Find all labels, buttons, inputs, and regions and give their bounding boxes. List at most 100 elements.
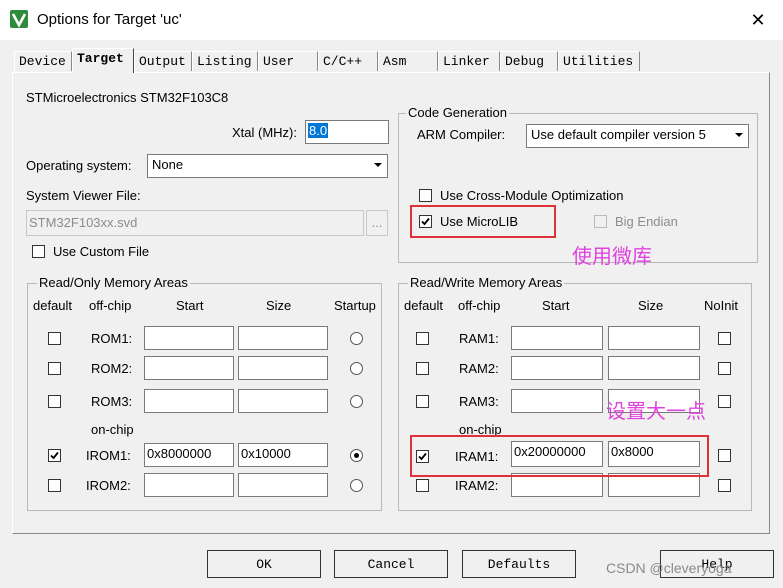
close-button[interactable]: ✕ [738, 6, 778, 34]
xtal-value: 8.0 [308, 123, 329, 138]
rom-group-title: Read/Only Memory Areas [37, 275, 190, 290]
xtal-input[interactable]: 8.0 [305, 120, 389, 144]
irom1-size-input[interactable]: 0x10000 [238, 443, 328, 467]
irom2-start-input[interactable] [144, 473, 234, 497]
irom2-size-input[interactable] [238, 473, 328, 497]
chevron-down-icon [374, 163, 382, 167]
tab-linker[interactable]: Linker [438, 51, 500, 71]
rom-header-offchip: off-chip [89, 298, 132, 313]
irom1-startup-radio[interactable] [350, 449, 363, 462]
rom-header-size: Size [266, 298, 292, 313]
title-bar: Options for Target 'uc' ✕ [0, 0, 783, 40]
cross-module-checkbox[interactable] [419, 189, 432, 202]
window-title: Options for Target 'uc' [37, 11, 182, 28]
use-custom-file-checkbox[interactable] [32, 245, 45, 258]
rom2-start-input[interactable] [144, 356, 234, 380]
tab-utilities[interactable]: Utilities [558, 51, 640, 71]
chevron-down-icon [735, 133, 743, 137]
big-endian-label: Big Endian [615, 214, 678, 229]
microlib-annotation: 使用微库 [572, 244, 652, 268]
xtal-label: Xtal (MHz): [232, 125, 297, 140]
cross-module-label: Use Cross-Module Optimization [440, 188, 624, 203]
ram-group-title: Read/Write Memory Areas [408, 275, 565, 290]
iram2-default-checkbox[interactable] [416, 479, 429, 492]
code-generation-title: Code Generation [406, 105, 510, 120]
ram-header-start: Start [542, 298, 570, 313]
rom-header-start: Start [176, 298, 204, 313]
rom1-label: ROM1: [91, 331, 133, 346]
rom3-size-input[interactable] [238, 389, 328, 413]
irom1-label: IROM1: [86, 448, 131, 463]
rom3-startup-radio[interactable] [350, 395, 363, 408]
iram1-noinit-checkbox[interactable] [718, 449, 731, 462]
ram-header-size: Size [638, 298, 664, 313]
ram1-label: RAM1: [459, 331, 499, 346]
os-value: None [152, 157, 184, 172]
rom-header-default: default [33, 298, 73, 313]
svd-input[interactable]: STM32F103xx.svd [26, 210, 364, 236]
arm-compiler-value: Use default compiler version 5 [531, 127, 706, 142]
ram-header-noinit: NoInit [704, 298, 738, 313]
cancel-button[interactable]: Cancel [334, 550, 448, 578]
ram2-size-input[interactable] [608, 356, 700, 380]
device-name: STMicroelectronics STM32F103C8 [26, 90, 229, 105]
iram1-highlight-box [410, 435, 709, 477]
radio-selected-dot [354, 453, 359, 458]
close-icon: ✕ [750, 9, 766, 31]
tab-user[interactable]: User [258, 51, 318, 71]
ram2-start-input[interactable] [511, 356, 603, 380]
ram1-noinit-checkbox[interactable] [718, 332, 731, 345]
svd-browse-button[interactable]: ... [366, 210, 388, 236]
microlib-highlight-box [410, 205, 556, 238]
rom-header-startup: Startup [334, 298, 376, 313]
ram3-start-input[interactable] [511, 389, 603, 413]
defaults-button[interactable]: Defaults [462, 550, 576, 578]
irom2-default-checkbox[interactable] [48, 479, 61, 492]
big-endian-checkbox[interactable] [594, 215, 607, 228]
use-custom-file-label: Use Custom File [53, 244, 150, 259]
tab-asm[interactable]: Asm [378, 51, 438, 71]
os-label: Operating system: [26, 158, 132, 173]
ram1-default-checkbox[interactable] [416, 332, 429, 345]
irom2-startup-radio[interactable] [350, 479, 363, 492]
ram-header-offchip: off-chip [458, 298, 501, 313]
os-select[interactable]: None [147, 154, 388, 178]
rom3-label: ROM3: [91, 394, 133, 409]
watermark: CSDN @cleveryoga [606, 560, 732, 576]
tab-output[interactable]: Output [134, 51, 192, 71]
ok-button[interactable]: OK [207, 550, 321, 578]
ram1-start-input[interactable] [511, 326, 603, 350]
rom1-startup-radio[interactable] [350, 332, 363, 345]
irom1-default-checkbox[interactable] [48, 449, 61, 462]
rom2-startup-radio[interactable] [350, 362, 363, 375]
rom3-default-checkbox[interactable] [48, 395, 61, 408]
rom2-size-input[interactable] [238, 356, 328, 380]
tab-device[interactable]: Device [14, 51, 72, 71]
iram-annotation: 设置大一点 [606, 399, 706, 423]
rom2-default-checkbox[interactable] [48, 362, 61, 375]
tab-bar: Device Target Output Listing User C/C++ … [0, 48, 783, 73]
arm-compiler-label: ARM Compiler: [417, 127, 506, 142]
tab-debug[interactable]: Debug [500, 51, 558, 71]
rom1-start-input[interactable] [144, 326, 234, 350]
ram1-size-input[interactable] [608, 326, 700, 350]
ram2-noinit-checkbox[interactable] [718, 362, 731, 375]
svd-label: System Viewer File: [26, 188, 141, 203]
rom3-start-input[interactable] [144, 389, 234, 413]
ram3-default-checkbox[interactable] [416, 395, 429, 408]
tab-target[interactable]: Target [72, 48, 134, 73]
ram3-label: RAM3: [459, 394, 499, 409]
tab-listing[interactable]: Listing [192, 51, 258, 71]
rom1-size-input[interactable] [238, 326, 328, 350]
irom1-start-input[interactable]: 0x8000000 [144, 443, 234, 467]
checkmark-icon [50, 451, 59, 460]
rom-onchip-label: on-chip [91, 422, 134, 437]
tab-cpp[interactable]: C/C++ [318, 51, 378, 71]
options-dialog: Options for Target 'uc' ✕ Device Target … [0, 0, 783, 588]
arm-compiler-select[interactable]: Use default compiler version 5 [526, 124, 749, 148]
rom1-default-checkbox[interactable] [48, 332, 61, 345]
ram3-noinit-checkbox[interactable] [718, 395, 731, 408]
ram2-default-checkbox[interactable] [416, 362, 429, 375]
iram2-noinit-checkbox[interactable] [718, 479, 731, 492]
ram-header-default: default [404, 298, 444, 313]
